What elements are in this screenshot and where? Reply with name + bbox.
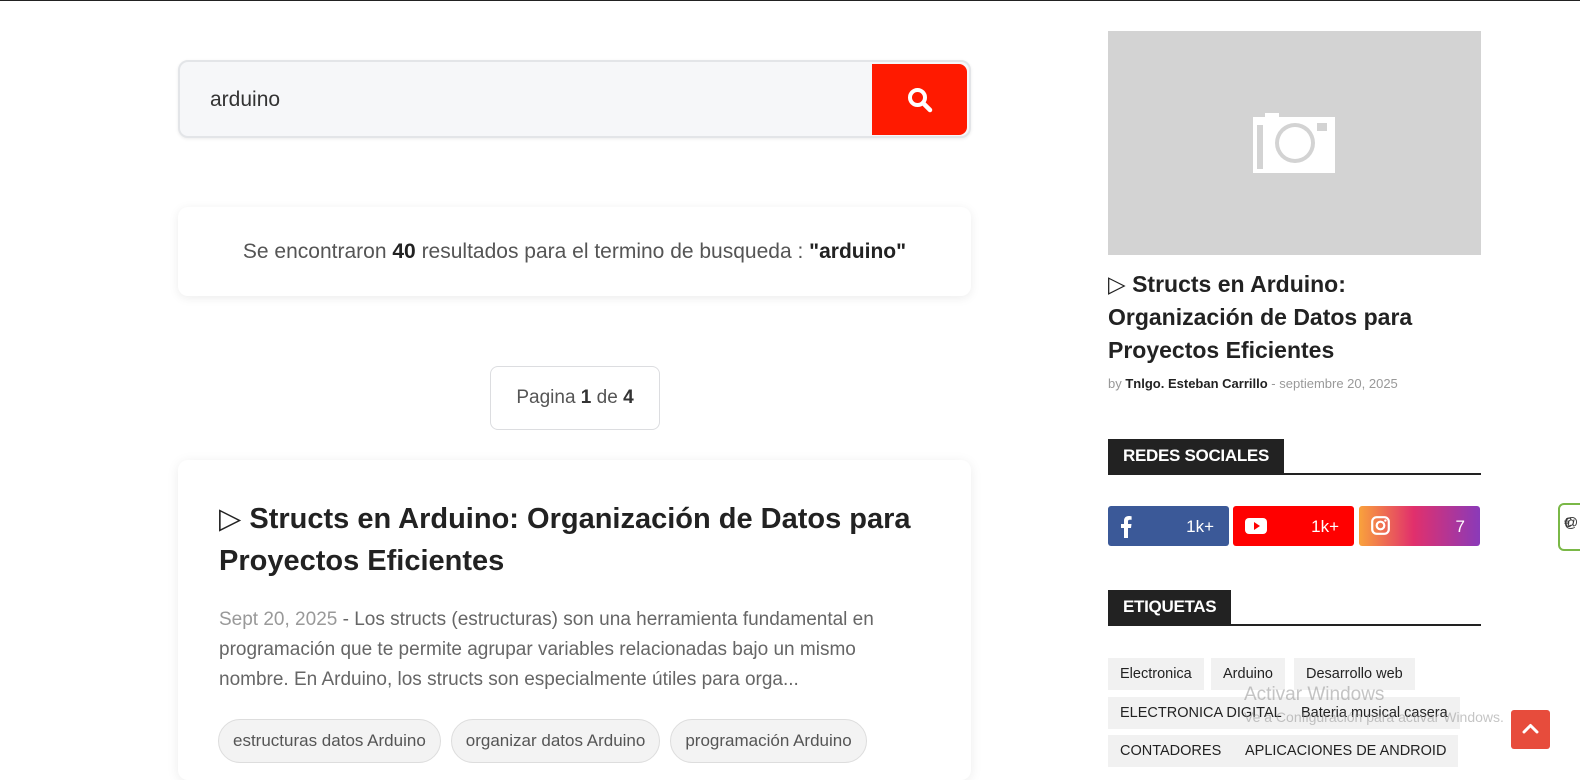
instagram-button[interactable]: 7: [1359, 506, 1480, 546]
featured-thumbnail[interactable]: [1108, 31, 1481, 255]
facebook-button[interactable]: 1k+: [1108, 506, 1229, 546]
featured-author-link[interactable]: Tnlgo. Esteban Carrillo: [1125, 376, 1267, 391]
windows-activation-subtitle: Ve a Configuración para activar Windows.: [1244, 709, 1504, 725]
post-tag[interactable]: programación Arduino: [670, 719, 867, 763]
youtube-count: 1k+: [1311, 517, 1339, 536]
edge-floating-widget[interactable]: € @: [1558, 503, 1580, 551]
facebook-icon: [1121, 516, 1132, 538]
post-tags: estructuras datos Arduino organizar dato…: [218, 719, 867, 763]
featured-dash: -: [1271, 376, 1276, 391]
label-chip[interactable]: APLICACIONES DE ANDROID: [1233, 735, 1459, 767]
results-middle: resultados para el termino de busqueda :: [421, 240, 804, 263]
search-button[interactable]: [872, 64, 967, 135]
results-count: 40: [392, 240, 416, 263]
search-icon: [908, 88, 933, 113]
instagram-icon: [1371, 516, 1390, 535]
labels-section-header: ETIQUETAS: [1108, 590, 1481, 626]
featured-date: septiembre 20, 2025: [1279, 376, 1398, 391]
youtube-button[interactable]: 1k+: [1233, 506, 1354, 546]
search-box: [178, 60, 971, 138]
back-to-top-button[interactable]: [1511, 710, 1550, 749]
pagination-indicator: Pagina 1 de 4: [490, 366, 660, 430]
post-card: ▷ Structs en Arduino: Organización de Da…: [178, 460, 971, 780]
chevron-up-icon: [1522, 724, 1539, 734]
post-tag[interactable]: organizar datos Arduino: [450, 719, 661, 763]
featured-by: by: [1108, 376, 1122, 391]
label-chip[interactable]: Electronica: [1108, 658, 1204, 690]
post-date-separator: -: [337, 609, 355, 630]
post-tag[interactable]: estructuras datos Arduino: [218, 719, 441, 763]
pagination-current: 1: [580, 387, 592, 408]
results-prefix: Se encontraron: [242, 240, 387, 263]
top-border-line: [0, 0, 1580, 1]
featured-post-meta: by Tnlgo. Esteban Carrillo - septiembre …: [1108, 376, 1398, 391]
results-term: "arduino": [809, 240, 907, 263]
featured-post-title-link[interactable]: ▷ Structs en Arduino: Organización de Da…: [1108, 268, 1488, 367]
social-section-title: REDES SOCIALES: [1108, 439, 1284, 473]
labels-section-title: ETIQUETAS: [1108, 590, 1232, 624]
post-excerpt: Sept 20, 2025 - Los structs (estructuras…: [219, 605, 919, 695]
youtube-icon: [1245, 518, 1267, 534]
search-input[interactable]: [210, 84, 850, 116]
windows-activation-title: Activar Windows: [1244, 684, 1385, 705]
label-chip[interactable]: CONTADORES: [1108, 735, 1234, 767]
instagram-count: 7: [1455, 517, 1465, 536]
camera-icon: [1253, 113, 1335, 173]
post-date: Sept 20, 2025: [219, 609, 338, 630]
social-section-header: REDES SOCIALES: [1108, 439, 1481, 475]
pagination-total: 4: [623, 387, 634, 408]
pagination-prefix: Pagina: [516, 387, 576, 408]
pagination-middle: de: [596, 387, 618, 408]
results-summary: Se encontraron 40 resultados para el ter…: [178, 207, 971, 296]
post-title-link[interactable]: ▷ Structs en Arduino: Organización de Da…: [219, 498, 919, 582]
facebook-count: 1k+: [1186, 517, 1214, 536]
